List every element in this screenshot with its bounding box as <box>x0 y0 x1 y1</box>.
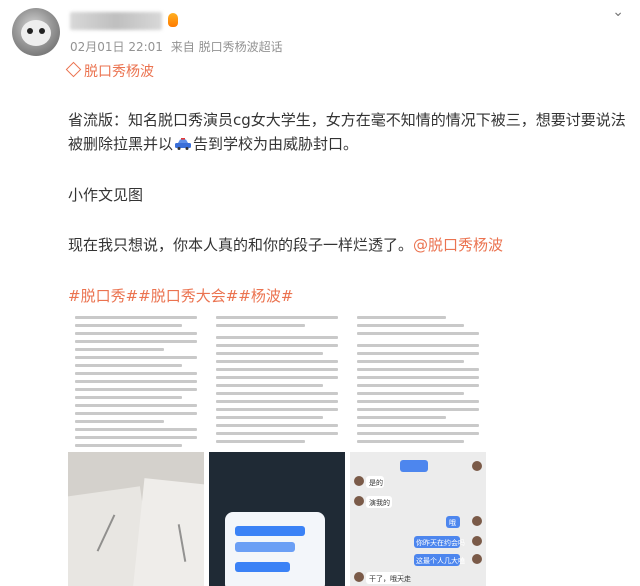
chat-msg-1: 是的 <box>369 479 383 487</box>
chat-msg-4: 你昨天在约会吗 <box>416 539 465 547</box>
image-thumbnail-1[interactable] <box>68 311 204 447</box>
user-mention-link[interactable]: @脱口秀杨波 <box>413 236 503 254</box>
post-paragraph-2: 小作文见图 <box>68 186 144 204</box>
topic-label: 脱口秀杨波 <box>84 64 154 80</box>
post-source[interactable]: 来自 脱口秀杨波超话 <box>171 40 283 54</box>
post-meta: 02月01日 22:01 来自 脱口秀杨波超话 <box>70 38 283 55</box>
flame-badge-icon <box>168 13 178 27</box>
image-thumbnail-2[interactable] <box>209 311 345 447</box>
post-paragraph-3: 现在我只想说，你本人真的和你的段子一样烂透了。@脱口秀杨波 <box>68 233 628 257</box>
police-car-icon <box>175 138 192 150</box>
post-time[interactable]: 02月01日 22:01 <box>70 40 163 54</box>
chat-msg-5: 这最个人几大嗑 <box>416 557 465 565</box>
image-thumbnail-3[interactable] <box>350 311 486 447</box>
p1-text-b: 告到学校为由威胁封口。 <box>193 135 359 153</box>
weibo-post-card: 02月01日 22:01 来自 脱口秀杨波超话 ⌄ 脱口秀杨波 省流版：知名脱口… <box>0 0 640 586</box>
chat-msg-3: 哦 <box>449 519 456 527</box>
chat-msg-2: 演我的 <box>369 499 390 507</box>
diamond-icon <box>65 61 82 78</box>
hashtag-links[interactable]: #脱口秀##脱口秀大会##杨波# <box>68 285 293 306</box>
image-thumbnail-6[interactable]: 是的 演我的 哦 你昨天在约会吗 这最个人几大嗑 干了，哦天走 <box>350 452 486 586</box>
user-avatar[interactable] <box>12 8 60 56</box>
image-thumbnail-4[interactable] <box>68 452 204 586</box>
super-topic-link[interactable]: 脱口秀杨波 <box>65 61 154 81</box>
post-paragraph-1: 省流版：知名脱口秀演员cg女大学生，女方在毫不知情的情况下被三，想要讨要说法被删… <box>68 108 628 156</box>
image-thumbnail-5[interactable] <box>209 452 345 586</box>
username-redacted[interactable] <box>70 12 162 30</box>
chat-msg-6: 干了，哦天走 <box>369 575 411 583</box>
chevron-down-icon[interactable]: ⌄ <box>612 4 624 20</box>
p3-text: 现在我只想说，你本人真的和你的段子一样烂透了。 <box>68 236 414 254</box>
